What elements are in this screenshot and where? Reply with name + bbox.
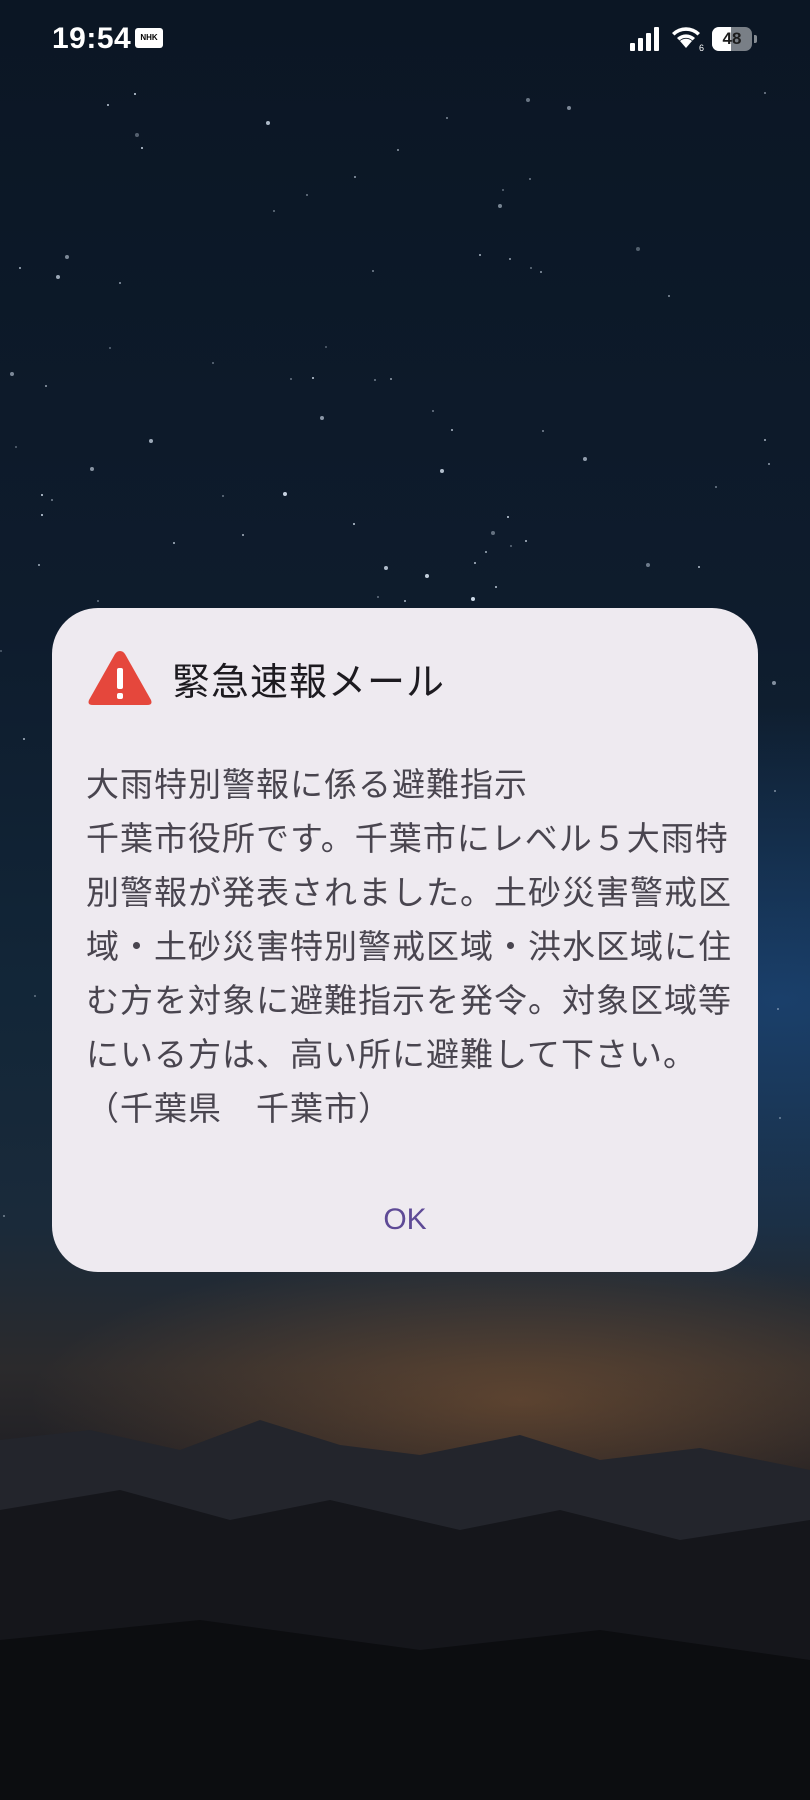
star: [495, 586, 497, 588]
star: [425, 574, 429, 578]
star: [290, 378, 292, 380]
star: [0, 650, 2, 652]
cellular-signal-icon: [630, 27, 659, 51]
star: [90, 467, 94, 471]
star: [777, 1008, 779, 1010]
status-clock: 19:54: [52, 22, 132, 55]
star: [97, 600, 99, 602]
alert-message-text: 千葉市役所です。千葉市にレベル５大雨特別警報が発表されました。土砂災害警戒区域・…: [86, 819, 732, 1074]
star: [668, 295, 670, 297]
warning-triangle-icon: [88, 651, 152, 705]
star: [530, 267, 532, 269]
star: [384, 566, 388, 570]
star: [507, 516, 509, 518]
star: [242, 534, 244, 536]
svg-text:6: 6: [699, 43, 704, 52]
star: [325, 346, 327, 348]
star: [141, 147, 143, 149]
star: [38, 564, 40, 566]
alert-message: 大雨特別警報に係る避難指示 千葉市役所です。千葉市にレベル５大雨特別警報が発表さ…: [86, 758, 736, 1136]
star: [440, 469, 444, 473]
star: [764, 439, 766, 441]
star: [583, 457, 587, 461]
star: [173, 542, 175, 544]
star: [283, 492, 287, 496]
star: [646, 563, 650, 567]
star: [432, 410, 434, 412]
wifi-icon: 6: [672, 27, 704, 52]
star: [764, 92, 766, 94]
star: [119, 282, 121, 284]
mountain-silhouette: [0, 1420, 810, 1800]
alert-headline: 大雨特別警報に係る避難指示: [86, 765, 528, 804]
star: [510, 545, 512, 547]
star: [529, 178, 531, 180]
star: [320, 416, 324, 420]
star: [772, 681, 776, 685]
star: [65, 255, 69, 259]
star: [474, 562, 476, 564]
star: [19, 267, 21, 269]
star: [540, 271, 542, 273]
star: [502, 189, 504, 191]
nhk-app-icon: NHK: [135, 28, 163, 48]
star: [471, 597, 475, 601]
star: [222, 495, 224, 497]
star: [34, 995, 36, 997]
star: [377, 596, 379, 598]
star: [3, 1215, 5, 1217]
star: [306, 194, 308, 196]
star: [404, 600, 406, 602]
star: [715, 486, 717, 488]
star: [479, 254, 481, 256]
star: [768, 463, 770, 465]
star: [374, 379, 376, 381]
star: [491, 531, 495, 535]
star: [51, 499, 53, 501]
star: [567, 106, 571, 110]
star: [779, 1117, 781, 1119]
star: [273, 210, 275, 212]
dialog-header: 緊急速報メール: [86, 646, 724, 710]
star: [134, 93, 136, 95]
star: [446, 117, 448, 119]
star: [41, 494, 43, 496]
star: [15, 446, 17, 448]
star: [212, 362, 214, 364]
star: [397, 149, 399, 151]
star: [636, 247, 640, 251]
star: [135, 133, 139, 137]
star: [56, 275, 60, 279]
status-bar: 19:54 NHK 6 48: [0, 0, 810, 80]
star: [509, 258, 511, 260]
star: [774, 790, 776, 792]
alert-sender: （千葉県 千葉市）: [86, 1089, 392, 1128]
star: [312, 377, 314, 379]
battery-icon: 48: [712, 27, 757, 51]
star: [10, 372, 14, 376]
emergency-alert-dialog: 緊急速報メール 大雨特別警報に係る避難指示 千葉市役所です。千葉市にレベル５大雨…: [52, 608, 758, 1272]
star: [353, 523, 355, 525]
star: [372, 270, 374, 272]
star: [107, 104, 109, 106]
star: [526, 98, 530, 102]
star: [451, 429, 453, 431]
star: [109, 347, 111, 349]
star: [23, 738, 25, 740]
star: [45, 385, 47, 387]
star: [149, 439, 153, 443]
ok-button[interactable]: OK: [52, 1194, 758, 1246]
star: [698, 566, 700, 568]
star: [390, 378, 392, 380]
star: [41, 514, 43, 516]
star: [266, 121, 270, 125]
dialog-title: 緊急速報メール: [172, 659, 446, 704]
star: [498, 204, 502, 208]
star: [542, 430, 544, 432]
star: [525, 540, 527, 542]
star: [354, 176, 356, 178]
battery-level-text: 48: [722, 29, 742, 48]
star: [485, 551, 487, 553]
